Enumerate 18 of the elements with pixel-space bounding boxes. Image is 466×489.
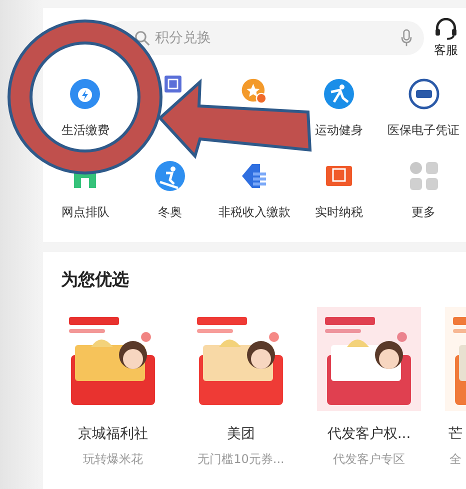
card-title[interactable]: 美团 bbox=[227, 425, 255, 443]
shortcut-label[interactable]: 更多 bbox=[412, 204, 436, 221]
card-subtitle: 无门槛10元券... bbox=[198, 451, 284, 468]
card-title[interactable]: 京城福利社 bbox=[78, 425, 148, 443]
shortcut-label[interactable]: 生活缴费 bbox=[61, 122, 110, 139]
shortcut-label[interactable]: 冬奥 bbox=[158, 204, 182, 221]
shortcut-label[interactable]: 非税收入缴款 bbox=[218, 204, 290, 221]
shortcut-label[interactable]: 医保电子凭证 bbox=[388, 122, 460, 139]
shortcut-label[interactable]: 运动健身 bbox=[315, 122, 364, 139]
shortcut-label[interactable]: 实时纳税 bbox=[315, 204, 364, 221]
customer-service-button[interactable]: 客服 bbox=[434, 18, 458, 58]
card-subtitle: 全 bbox=[450, 451, 462, 468]
section-title: 为您优选 bbox=[61, 269, 130, 291]
card-title[interactable]: 芒 bbox=[448, 425, 462, 443]
shortcut-label[interactable]: 网点排队 bbox=[61, 204, 110, 221]
card-subtitle: 玩转爆米花 bbox=[83, 451, 143, 468]
card-title[interactable]: 代发客户权... bbox=[327, 425, 411, 443]
card-subtitle: 代发客户专区 bbox=[333, 451, 405, 468]
